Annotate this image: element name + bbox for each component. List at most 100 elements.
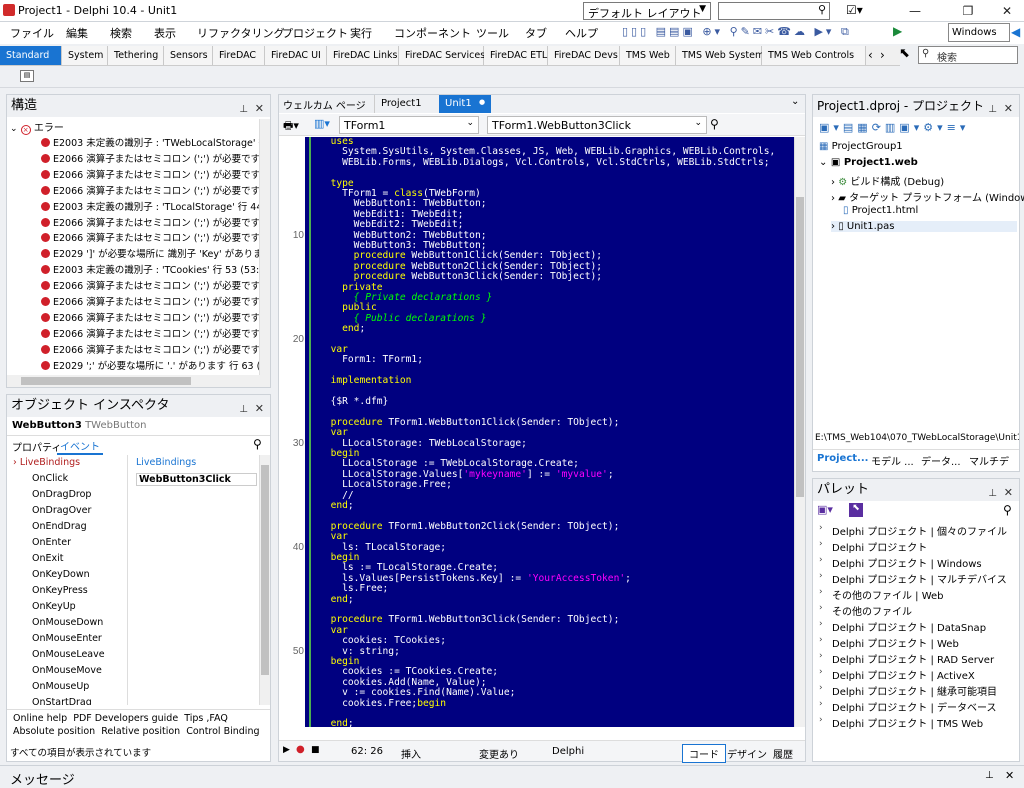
chevron-right-icon[interactable]: › [819, 619, 823, 629]
event-value[interactable]: WebButton3Click [136, 473, 257, 486]
pin-icon[interactable]: ⊥ [239, 99, 248, 121]
palette-tab-firedac[interactable]: FireDAC [213, 46, 265, 65]
menu-project[interactable]: プロジェクト [282, 25, 348, 41]
event-name[interactable]: OnKeyDown [32, 569, 90, 580]
event-name[interactable]: OnEnter [32, 537, 71, 548]
chevron-down-icon[interactable]: ⌄ [791, 96, 799, 107]
class-select[interactable]: TForm1 ⌄ [339, 116, 479, 134]
chevron-right-icon[interactable]: › [819, 683, 823, 693]
error-item[interactable]: E2066 演算子またはセミコロン (';') が必要です 行 37 [41, 167, 259, 183]
menu-tabs[interactable]: タブ [525, 25, 547, 41]
tab-project[interactable]: Project... [817, 453, 868, 464]
palette-category[interactable]: Delphi プロジェクト [832, 539, 927, 554]
palette-tab-tms-web[interactable]: TMS Web [620, 46, 676, 65]
code-line[interactable]: procedure TForm1.WebButton2Click(Sender:… [319, 521, 620, 532]
chevron-right-icon[interactable]: › [819, 539, 823, 549]
palette-tab-standard[interactable]: Standard [0, 46, 62, 65]
palette-category[interactable]: Delphi プロジェクト | 継承可能項目 [832, 683, 997, 698]
event-name[interactable]: OnEndDrag [32, 521, 87, 532]
close-icon[interactable]: ✕ [255, 98, 264, 120]
error-item[interactable]: E2003 未定義の識別子 : 'TWebLocalStorage' 行 34 [41, 135, 259, 151]
class-icon[interactable]: ▥▾ [314, 117, 330, 130]
minimize-button[interactable]: — [900, 1, 930, 21]
palette-category[interactable]: Delphi プロジェクト | Windows [832, 555, 982, 570]
event-name[interactable]: OnMouseLeave [32, 649, 105, 660]
error-item[interactable]: E2066 演算子またはセミコロン (';') が必要です 行 58 [41, 326, 259, 342]
chevron-right-icon[interactable]: › [819, 523, 823, 533]
code-line[interactable]: end; [319, 323, 365, 334]
palette-tab-tms-web-controls[interactable]: TMS Web Controls [762, 46, 866, 65]
tab-events[interactable]: イベント [57, 438, 103, 455]
chevron-right-icon[interactable]: › [819, 667, 823, 677]
search-icon[interactable]: ⚲ [253, 437, 262, 451]
error-root[interactable]: ⌄ × エラー [10, 119, 64, 135]
pin-icon[interactable]: ⊥ [988, 483, 997, 505]
palette-tab-tms-web-system[interactable]: TMS Web System [676, 46, 764, 65]
chevron-right-icon[interactable]: › [880, 48, 885, 62]
close-icon[interactable]: ✕ [1004, 482, 1013, 504]
error-item[interactable]: E2029 ']' が必要な場所に 識別子 'Key' があります 行 [41, 246, 259, 262]
code-line[interactable]: procedure TForm1.WebButton3Click(Sender:… [319, 614, 620, 625]
tab-multidevice[interactable]: マルチデ [969, 453, 1009, 468]
event-name[interactable]: OnDragDrop [32, 489, 91, 500]
form-icon[interactable]: ▤ [20, 70, 34, 82]
palette-tab-firedac-services[interactable]: FireDAC Services [399, 46, 485, 65]
run-icon[interactable]: ▶ [893, 24, 902, 38]
tab-welcome-page[interactable]: ウェルカム ページ [283, 97, 366, 112]
link-absolute-position[interactable]: Absolute position [13, 726, 95, 737]
play-icon[interactable]: ▶ [283, 745, 290, 755]
palette-tab-firedac-etl[interactable]: FireDAC ETL [484, 46, 548, 65]
stop-icon[interactable]: ■ [311, 745, 320, 755]
error-item[interactable]: E2029 ';' が必要な場所に '.' があります 行 63 (63:4) [41, 358, 259, 374]
palette-tab-firedac-ui[interactable]: FireDAC UI [265, 46, 327, 65]
event-value[interactable]: LiveBindings [136, 457, 196, 468]
menu-view[interactable]: 表示 [154, 25, 176, 41]
search-icon[interactable]: ⚲ [1003, 503, 1012, 517]
event-name[interactable]: OnStartDrag [32, 697, 92, 705]
search-icon[interactable]: ⚲ [818, 3, 826, 16]
error-item[interactable]: E2066 演算子またはセミコロン (';') が必要です 行 47 [41, 230, 259, 246]
printer-icon[interactable]: 🖶▾ [283, 117, 299, 136]
arrow-left-icon[interactable]: ◀ [1011, 25, 1020, 39]
cursor-select-icon[interactable]: ⬉ [899, 46, 910, 61]
menu-file[interactable]: ファイル [10, 25, 54, 41]
tree-project[interactable]: ⌄ ▣ Project1.web [819, 157, 918, 168]
chevron-right-icon[interactable]: › [819, 555, 823, 565]
event-name[interactable]: OnMouseEnter [32, 633, 102, 644]
scroll-thumb[interactable] [796, 197, 804, 497]
menu-run[interactable]: 実行 [350, 25, 372, 41]
error-item[interactable]: E2003 未定義の識別子 : 'TCookies' 行 53 (53:12) [41, 262, 259, 278]
view-history-button[interactable]: 履歴 [773, 746, 793, 761]
vertical-scrollbar[interactable] [259, 119, 270, 375]
error-item[interactable]: E2066 演算子またはセミコロン (';') が必要です 行 58 [41, 310, 259, 326]
tab-properties[interactable]: プロパティ [12, 439, 61, 454]
error-item[interactable]: E2066 演算子またはセミコロン (';') が必要です 行 56 [41, 278, 259, 294]
event-name[interactable]: OnClick [32, 473, 68, 484]
code-area[interactable]: uses System.SysUtils, System.Classes, JS… [305, 137, 794, 727]
scroll-thumb[interactable] [21, 377, 191, 385]
tree-target-platform[interactable]: › ▰ ターゲット プラットフォーム (Windows 32 [831, 189, 1024, 204]
restore-button[interactable]: ❐ [953, 1, 983, 21]
error-item[interactable]: E2066 演算子またはセミコロン (';') が必要です 行 36 [41, 151, 259, 167]
chevron-right-icon[interactable]: › [819, 699, 823, 709]
code-line[interactable]: {$R *.dfm} [319, 396, 389, 407]
editor-scrollbar[interactable] [794, 137, 805, 727]
code-line[interactable]: WEBLib.Forms, WEBLib.Dialogs, Vcl.Contro… [319, 157, 769, 168]
record-icon[interactable]: ● [296, 744, 305, 755]
chevron-left-icon[interactable]: ‹ [868, 48, 873, 62]
tree-build-config[interactable]: › ⚙ ビルド構成 (Debug) [831, 173, 944, 188]
close-window-button[interactable]: ✕ [992, 1, 1022, 21]
close-icon[interactable]: ✕ [1004, 98, 1013, 120]
view-design-button[interactable]: デザイン [727, 746, 767, 761]
code-line[interactable]: cookies.Free;begin [319, 698, 446, 709]
palette-tab-system[interactable]: System [62, 46, 108, 65]
tab-data[interactable]: データ... [921, 453, 961, 468]
layout-select[interactable]: デフォルト レイアウト ▼ [583, 2, 711, 20]
palette-tab-firedac-links[interactable]: FireDAC Links [327, 46, 399, 65]
palette-category-icon[interactable]: ▣▾ [817, 503, 833, 516]
chevron-right-icon[interactable]: › [819, 635, 823, 645]
feedback-icon[interactable]: ☑▾ [846, 3, 863, 17]
method-select[interactable]: TForm1.WebButton3Click ⌄ [487, 116, 707, 134]
event-name[interactable]: OnMouseMove [32, 665, 102, 676]
chevron-right-icon[interactable]: › [819, 603, 823, 613]
